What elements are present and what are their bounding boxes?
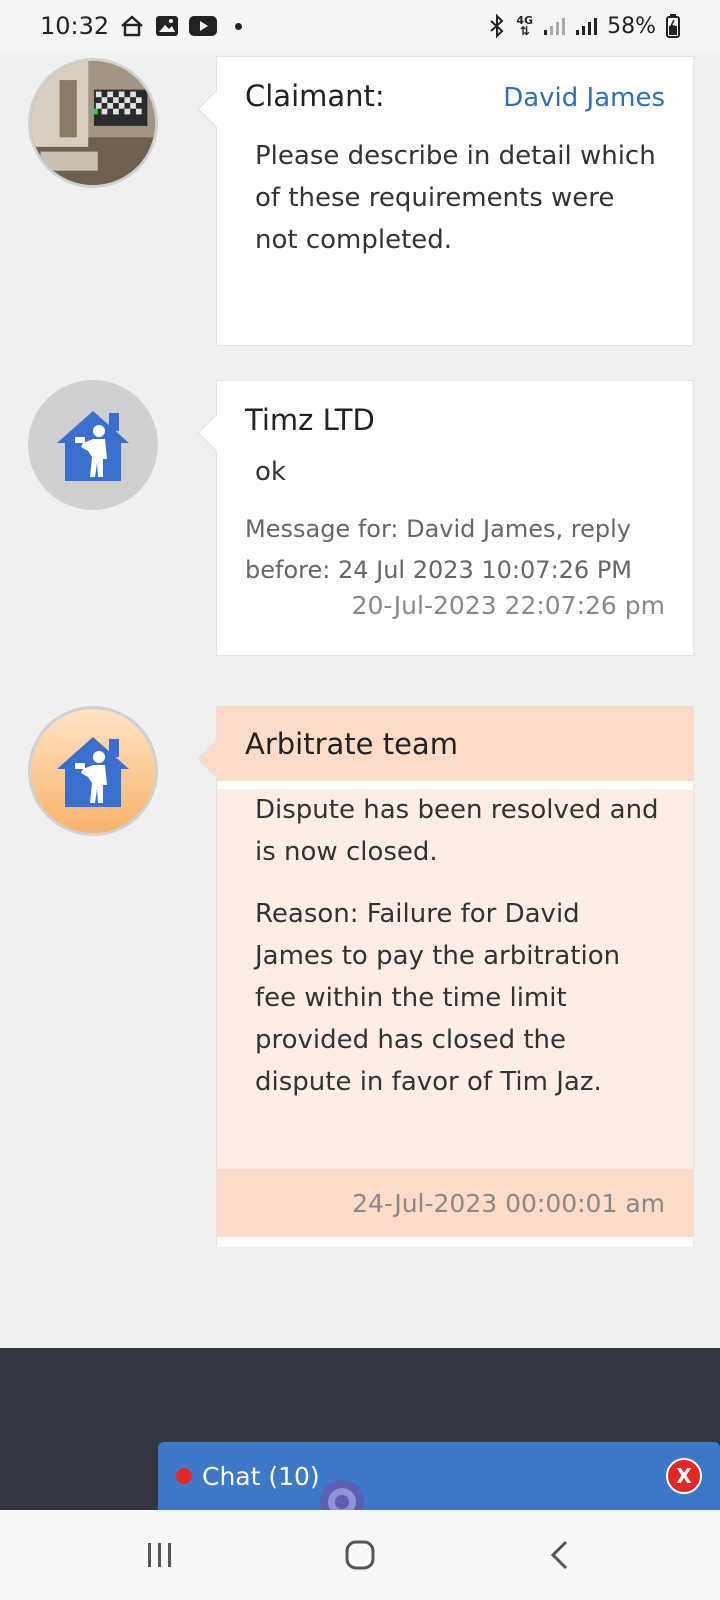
message-text: Dispute has been resolved and is now clo… — [255, 795, 659, 867]
back-icon — [550, 1540, 568, 1570]
system-nav-bar — [0, 1510, 720, 1600]
home-icon — [345, 1540, 375, 1570]
gallery-notification-icon — [155, 15, 179, 37]
battery-charging-icon — [666, 14, 680, 38]
sender-label: Claimant: — [245, 79, 385, 113]
message-text: ok — [255, 457, 286, 487]
chat-label: Chat (10) — [202, 1461, 320, 1491]
unread-dot-icon — [176, 1468, 192, 1484]
company-avatar[interactable] — [28, 380, 158, 510]
reply-deadline-text: Message for: David James, reply before: … — [245, 515, 633, 584]
youtube-notification-icon — [189, 16, 218, 36]
message-text: Please describe in detail which of these… — [255, 141, 656, 255]
dispute-reason-text: Reason: Failure for David James to pay t… — [255, 899, 621, 1097]
chat-close-button[interactable]: X — [666, 1458, 702, 1494]
sender-label: Arbitrate team — [245, 727, 458, 761]
claimant-name-link[interactable]: David James — [503, 79, 665, 113]
message-timestamp: 24-Jul-2023 00:00:01 am — [352, 1188, 665, 1218]
signal-icon-2 — [575, 16, 598, 36]
message-bubble: Timz LTD ok Message for: David James, re… — [197, 380, 694, 656]
bluetooth-icon — [488, 14, 506, 38]
home-button[interactable] — [320, 1525, 400, 1585]
status-bar: 10:32 4G ⇅ 58% — [0, 0, 720, 52]
back-button[interactable] — [520, 1525, 600, 1585]
message-bubble: Claimant: David James Please describe in… — [197, 56, 694, 346]
arbitrate-team-avatar[interactable] — [28, 706, 158, 836]
message-thread: Claimant: David James Please describe in… — [0, 52, 720, 1348]
more-notifications-icon — [235, 22, 243, 30]
house-worker-icon — [57, 411, 129, 481]
message-bubble: Arbitrate team Dispute has been resolved… — [197, 706, 694, 1247]
status-time: 10:32 — [40, 12, 110, 40]
chat-widget-bar[interactable]: Chat (10) X — [158, 1442, 720, 1510]
sender-label: Timz LTD — [245, 403, 375, 437]
signal-icon-1 — [543, 16, 566, 36]
message-timestamp: 20-Jul-2023 22:07:26 pm — [351, 591, 665, 620]
battery-level: 58% — [607, 13, 656, 39]
room-photo-icon — [31, 61, 155, 185]
recent-apps-icon — [148, 1543, 171, 1567]
chat-launcher-icon[interactable] — [318, 1478, 366, 1510]
house-worker-icon — [57, 737, 129, 807]
claimant-avatar[interactable] — [28, 58, 158, 188]
recent-apps-button[interactable] — [120, 1525, 200, 1585]
home-notification-icon — [119, 14, 145, 38]
network-icon: 4G ⇅ — [516, 14, 534, 38]
